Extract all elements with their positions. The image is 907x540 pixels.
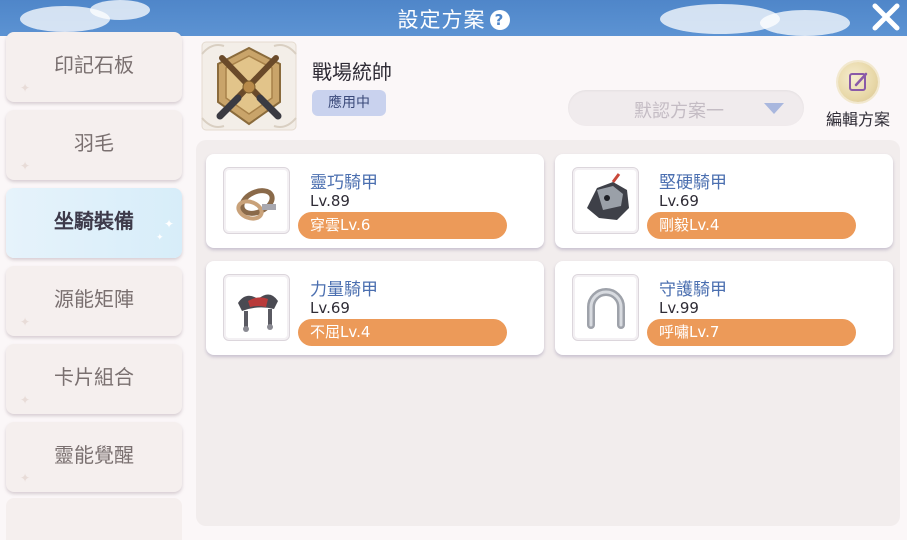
equipment-name: 力量騎甲	[310, 280, 378, 300]
title-bar: 設定方案?	[0, 0, 907, 36]
sparkle-icon: ✦	[20, 393, 31, 407]
equipment-level: Lv.99	[659, 299, 699, 317]
equipment-name: 靈巧騎甲	[310, 173, 378, 193]
sidebar-item-label: 羽毛	[74, 131, 114, 155]
sparkle-icon: ✦	[20, 81, 31, 95]
enchant-badge: 剛毅Lv.4	[647, 212, 856, 239]
equipment-level: Lv.69	[310, 299, 350, 317]
title-text: 設定方案	[397, 8, 486, 32]
edit-plan-button[interactable]: 編輯方案	[818, 62, 898, 130]
equipment-card[interactable]: 守護騎甲 Lv.99 呼嘯Lv.7	[555, 261, 893, 355]
sidebar-item-psychic-awakening[interactable]: 靈能覺醒 ✦	[6, 422, 182, 492]
question-mark-icon[interactable]: ?	[489, 10, 510, 30]
sidebar-item-feather[interactable]: 羽毛 ✦	[6, 110, 182, 180]
enchant-badge: 呼嘯Lv.7	[647, 319, 856, 346]
chevron-down-icon	[764, 103, 784, 114]
sparkle-icon: ✦	[20, 159, 31, 173]
sidebar-item-label: 卡片組合	[54, 365, 134, 389]
equipment-card[interactable]: 堅硬騎甲 Lv.69 剛毅Lv.4	[555, 154, 893, 248]
sidebar-item-label: 印記石板	[54, 53, 134, 77]
enchant-badge: 穿雲Lv.6	[298, 212, 507, 239]
close-icon[interactable]	[869, 0, 903, 34]
sidebar-item-label: 靈能覺醒	[54, 443, 134, 467]
sidebar-item-imprint-slate[interactable]: 印記石板 ✦	[6, 32, 182, 102]
sparkle-icon: ✦	[164, 217, 175, 231]
saddle-icon	[223, 274, 290, 341]
sidebar-item-partial[interactable]	[6, 498, 182, 540]
sidebar-item-card-combo[interactable]: 卡片組合 ✦	[6, 344, 182, 414]
sidebar-item-energy-matrix[interactable]: 源能矩陣 ✦	[6, 266, 182, 336]
plan-select-dropdown[interactable]: 默認方案一	[568, 90, 804, 126]
page-title: 設定方案?	[0, 4, 907, 34]
equipment-level: Lv.89	[310, 192, 350, 210]
status-badge: 應用中	[312, 90, 386, 116]
equipment-card[interactable]: 靈巧騎甲 Lv.89 穿雲Lv.6	[206, 154, 544, 248]
plan-name: 戰場統帥	[312, 60, 392, 84]
equipment-name: 守護騎甲	[659, 280, 727, 300]
edit-plan-label: 編輯方案	[825, 110, 890, 129]
sidebar-item-label: 坐騎裝備	[54, 209, 134, 233]
equipment-level: Lv.69	[659, 192, 699, 210]
edit-icon	[838, 62, 878, 102]
enchant-badge: 不屈Lv.4	[298, 319, 507, 346]
sparkle-icon: ✦	[156, 233, 164, 243]
sidebar-item-mount-equipment[interactable]: 坐騎裝備 ✦ ✦	[6, 188, 182, 258]
sparkle-icon: ✦	[20, 471, 31, 485]
plan-select-value: 默認方案一	[634, 101, 724, 122]
horse-armor-icon	[572, 167, 639, 234]
equipment-card[interactable]: 力量騎甲 Lv.69 不屈Lv.4	[206, 261, 544, 355]
reins-icon	[223, 167, 290, 234]
sidebar-item-label: 源能矩陣	[54, 287, 134, 311]
equipment-name: 堅硬騎甲	[659, 173, 727, 193]
horseshoe-icon	[572, 274, 639, 341]
sparkle-icon: ✦	[20, 315, 31, 329]
crossed-guns-emblem-icon	[201, 41, 297, 131]
equipment-grid: 靈巧騎甲 Lv.89 穿雲Lv.6 堅硬騎甲 Lv.69 剛毅Lv.4 力量騎甲…	[196, 140, 900, 526]
